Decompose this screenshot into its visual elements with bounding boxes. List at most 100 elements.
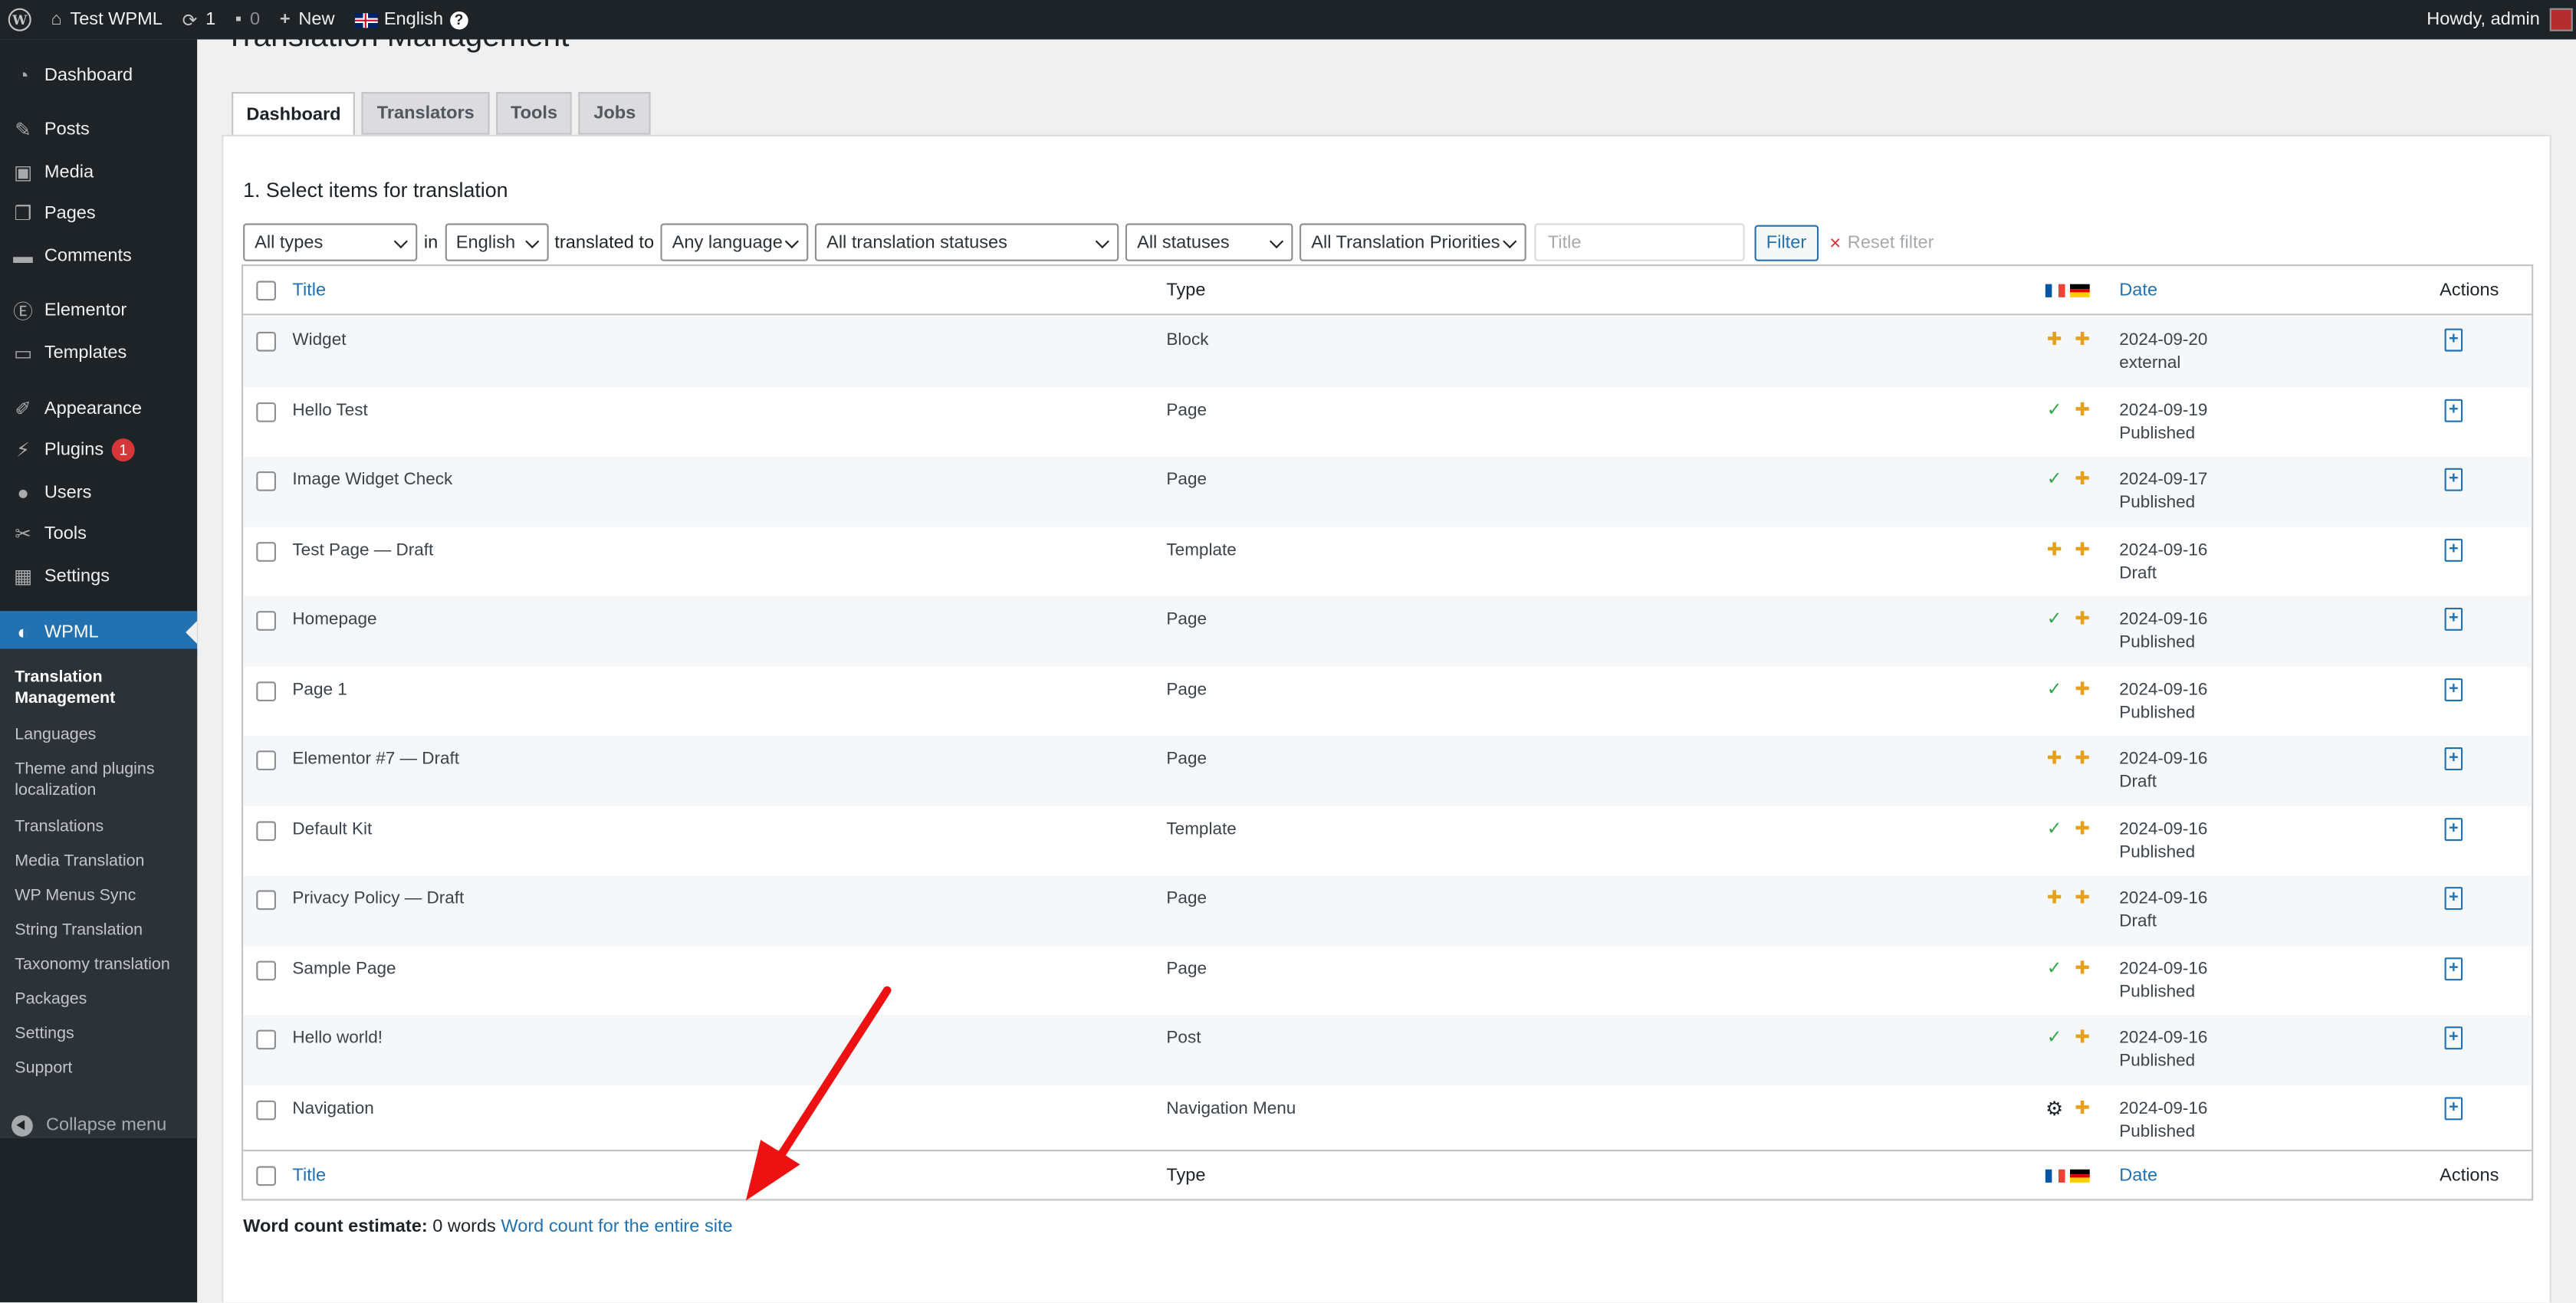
row-checkbox[interactable] — [256, 820, 276, 841]
filter-button[interactable]: Filter — [1754, 224, 1819, 261]
title-column-footer[interactable]: Title — [292, 1166, 326, 1186]
row-title[interactable]: Test Page — Draft — [292, 540, 433, 560]
submenu-item-settings[interactable]: Settings — [15, 1023, 196, 1045]
needs-translation-icon-fr[interactable]: ✚ — [2044, 330, 2065, 352]
row-checkbox[interactable] — [256, 890, 276, 911]
row-title[interactable]: Privacy Policy — Draft — [292, 888, 464, 908]
add-to-basket-icon[interactable]: + — [2444, 398, 2463, 422]
title-column-header[interactable]: Title — [292, 281, 326, 300]
menu-item-templates[interactable]: ▭ Templates — [0, 332, 197, 375]
tab-dashboard[interactable]: Dashboard — [232, 92, 356, 136]
row-title[interactable]: Hello Test — [292, 400, 367, 420]
submenu-item-translations[interactable]: Translations — [15, 816, 196, 838]
tab-translators[interactable]: Translators — [362, 92, 490, 135]
add-to-basket-icon[interactable]: + — [2444, 957, 2463, 980]
menu-item-elementor[interactable]: Ⓔ Elementor — [0, 289, 197, 332]
site-name-link[interactable]: ⌂ Test WPML — [41, 0, 172, 39]
row-title[interactable]: Sample Page — [292, 958, 396, 978]
needs-translation-icon-de[interactable]: ✚ — [2072, 540, 2093, 561]
needs-translation-icon-de[interactable]: ✚ — [2072, 888, 2093, 910]
add-to-basket-icon[interactable]: + — [2444, 747, 2463, 770]
menu-item-posts[interactable]: ✎ Posts — [0, 108, 197, 151]
row-checkbox[interactable] — [256, 331, 276, 352]
needs-translation-icon-fr[interactable]: ✚ — [2044, 749, 2065, 770]
needs-translation-icon-de[interactable]: ✚ — [2072, 470, 2093, 491]
needs-translation-icon-de[interactable]: ✚ — [2072, 400, 2093, 422]
menu-item-media[interactable]: ▣ Media — [0, 151, 197, 194]
date-column-header[interactable]: Date — [2119, 281, 2157, 300]
row-checkbox[interactable] — [256, 401, 276, 422]
row-title[interactable]: Image Widget Check — [292, 470, 452, 490]
needs-translation-icon-de[interactable]: ✚ — [2072, 1028, 2093, 1049]
row-checkbox[interactable] — [256, 471, 276, 491]
type-select[interactable]: All types — [243, 223, 418, 261]
submenu-item-taxonomy-translation[interactable]: Taxonomy translation — [15, 954, 196, 976]
my-account[interactable]: Howdy, admin — [2417, 0, 2576, 39]
needs-translation-icon-de[interactable]: ✚ — [2072, 749, 2093, 770]
row-checkbox[interactable] — [256, 1099, 276, 1120]
menu-item-settings[interactable]: ▦ Settings — [0, 555, 197, 598]
needs-translation-icon-fr[interactable]: ✚ — [2044, 540, 2065, 561]
wp-logo-menu[interactable]: W — [0, 0, 41, 39]
target-language-select[interactable]: Any language — [660, 223, 809, 261]
submenu-item-languages[interactable]: Languages — [15, 724, 196, 746]
add-to-basket-icon[interactable]: + — [2444, 328, 2463, 352]
needs-translation-icon-de[interactable]: ✚ — [2072, 330, 2093, 352]
row-title[interactable]: Hello world! — [292, 1028, 383, 1048]
menu-item-wpml[interactable]: ◐ WPML — [0, 611, 198, 654]
menu-item-dashboard[interactable]: ◔ Dashboard — [0, 54, 197, 97]
translated-status-icon-fr[interactable]: ✓ — [2044, 609, 2065, 631]
reset-filter-link[interactable]: × Reset filter — [1829, 231, 1934, 254]
priority-select[interactable]: All Translation Priorities — [1300, 223, 1526, 261]
submenu-item-string-translation[interactable]: String Translation — [15, 920, 196, 941]
title-search-input[interactable]: Title — [1534, 223, 1745, 261]
menu-item-users[interactable]: ● Users — [0, 471, 197, 514]
status-select[interactable]: All statuses — [1125, 223, 1293, 261]
submenu-item-translation-management[interactable]: Translation Management — [15, 667, 196, 710]
translated-status-icon-fr[interactable]: ✓ — [2044, 958, 2065, 980]
row-checkbox[interactable] — [256, 611, 276, 631]
word-count-entire-site-link[interactable]: Word count for the entire site — [501, 1217, 732, 1237]
tab-tools[interactable]: Tools — [495, 92, 573, 135]
row-title[interactable]: Page 1 — [292, 679, 347, 699]
add-to-basket-icon[interactable]: + — [2444, 1026, 2463, 1050]
add-to-basket-icon[interactable]: + — [2444, 607, 2463, 631]
needs-translation-icon-fr[interactable]: ✚ — [2044, 888, 2065, 910]
menu-item-plugins[interactable]: ⚡ Plugins 1 — [0, 428, 197, 471]
row-checkbox[interactable] — [256, 1029, 276, 1050]
translated-status-icon-fr[interactable]: ✓ — [2044, 1028, 2065, 1049]
row-title[interactable]: Navigation — [292, 1098, 373, 1118]
row-title[interactable]: Homepage — [292, 609, 376, 629]
add-to-basket-icon[interactable]: + — [2444, 468, 2463, 491]
tab-jobs[interactable]: Jobs — [578, 92, 651, 135]
translated-status-icon-fr[interactable]: ✓ — [2044, 470, 2065, 491]
collapse-menu-button[interactable]: Collapse menu — [0, 1104, 197, 1147]
needs-translation-icon-de[interactable]: ✚ — [2072, 679, 2093, 701]
row-title[interactable]: Widget — [292, 330, 346, 350]
gear-icon-fr[interactable]: ⚙ — [2044, 1097, 2065, 1120]
translation-status-select[interactable]: All translation statuses — [815, 223, 1119, 261]
add-to-basket-icon[interactable]: + — [2444, 887, 2463, 911]
row-title[interactable]: Elementor #7 — Draft — [292, 749, 459, 769]
add-to-basket-icon[interactable]: + — [2444, 1096, 2463, 1120]
date-column-footer[interactable]: Date — [2119, 1166, 2157, 1186]
add-to-basket-icon[interactable]: + — [2444, 817, 2463, 841]
select-all-checkbox-footer[interactable] — [256, 1166, 276, 1186]
submenu-item-packages[interactable]: Packages — [15, 989, 196, 1010]
add-to-basket-icon[interactable]: + — [2444, 537, 2463, 561]
menu-item-tools[interactable]: ✂ Tools — [0, 513, 197, 556]
needs-translation-icon-de[interactable]: ✚ — [2072, 819, 2093, 840]
row-checkbox[interactable] — [256, 960, 276, 980]
submenu-item-wp-menus-sync[interactable]: WP Menus Sync — [15, 885, 196, 907]
menu-item-appearance[interactable]: ✐ Appearance — [0, 388, 197, 431]
row-title[interactable]: Default Kit — [292, 819, 372, 839]
translated-status-icon-fr[interactable]: ✓ — [2044, 679, 2065, 701]
add-to-basket-icon[interactable]: + — [2444, 677, 2463, 701]
updates-link[interactable]: ⟳ 1 — [172, 0, 225, 39]
row-checkbox[interactable] — [256, 750, 276, 770]
translated-status-icon-fr[interactable]: ✓ — [2044, 400, 2065, 422]
needs-translation-icon-de[interactable]: ✚ — [2072, 1098, 2093, 1120]
menu-item-comments[interactable]: ▬ Comments — [0, 235, 197, 277]
submenu-item-support[interactable]: Support — [15, 1058, 196, 1079]
select-all-checkbox[interactable] — [256, 281, 276, 301]
